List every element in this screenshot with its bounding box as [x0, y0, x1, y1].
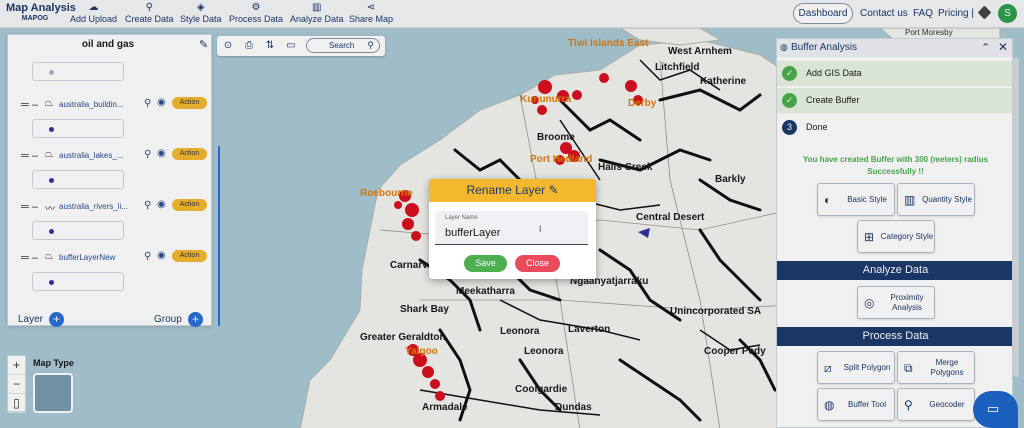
rename-dialog-title: Rename Layer: [466, 183, 546, 197]
save-button[interactable]: Save: [464, 255, 507, 272]
chat-icon: ▭: [987, 401, 1000, 416]
rename-dialog-header: Rename Layer ✎: [429, 179, 596, 202]
layer-name-field-label: Layer Name: [445, 215, 478, 221]
layer-name-field[interactable]: Layer Name bufferLayer I: [435, 211, 588, 245]
layer-name-field-value[interactable]: bufferLayer: [445, 227, 500, 239]
rename-layer-dialog: Rename Layer ✎ Layer Name bufferLayer I …: [429, 179, 596, 279]
close-button[interactable]: Close: [515, 255, 560, 272]
pencil-icon: ✎: [548, 183, 559, 197]
chat-button[interactable]: ▭: [973, 391, 1018, 428]
text-cursor-icon: I: [539, 224, 542, 234]
